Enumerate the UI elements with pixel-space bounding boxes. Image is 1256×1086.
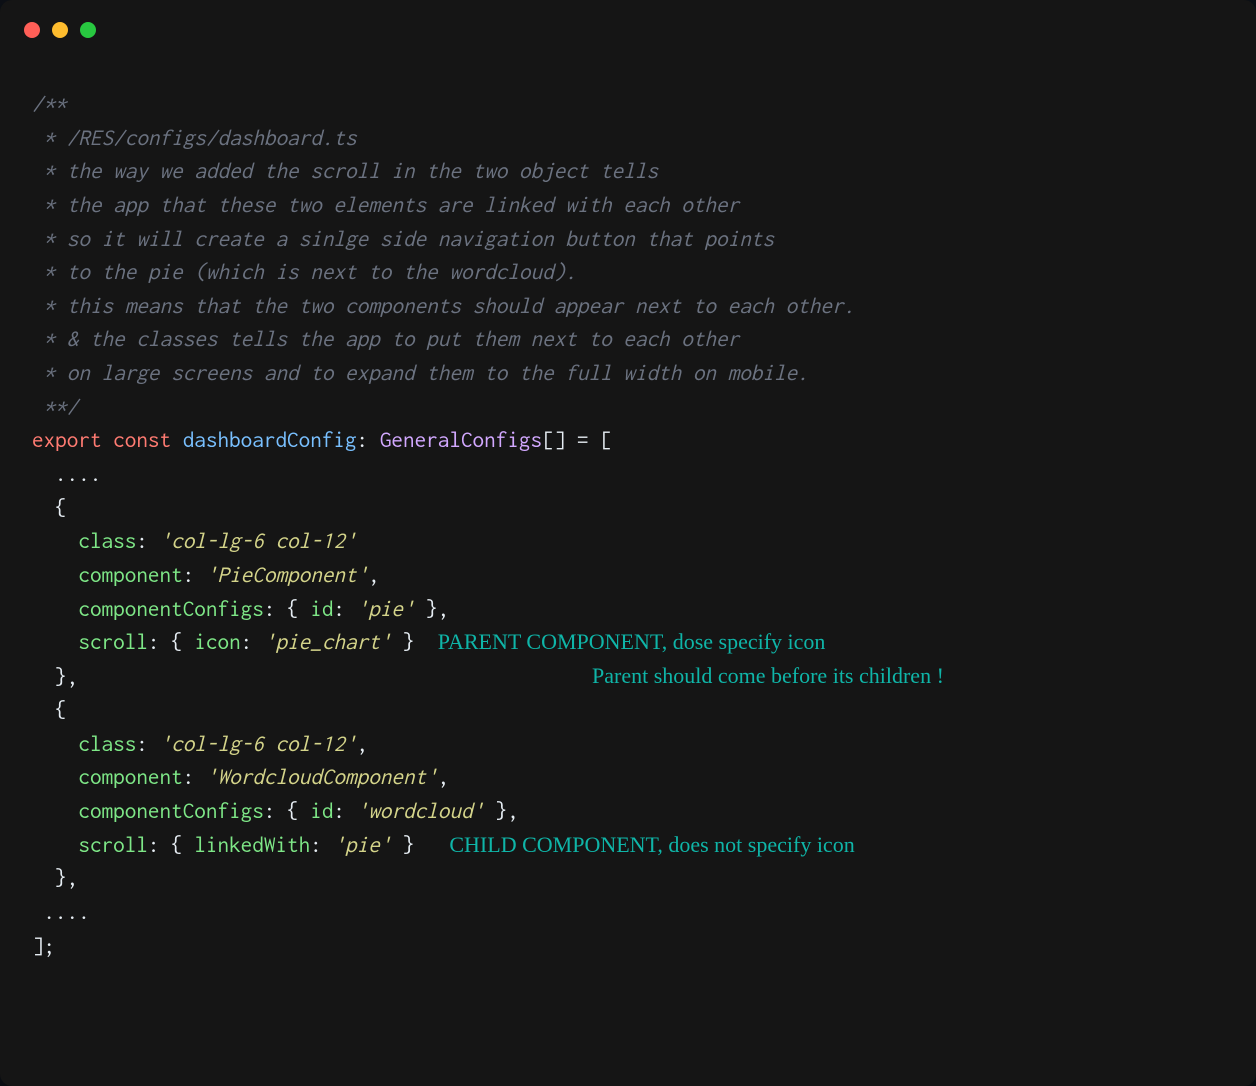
prop-class: class <box>78 732 136 756</box>
brace-close: }, <box>32 866 78 890</box>
prop-id: id <box>310 799 333 823</box>
comment-line: * the app that these two elements are li… <box>32 193 739 217</box>
maximize-icon[interactable] <box>80 22 96 38</box>
prop-component: component <box>78 765 182 789</box>
prop-scroll: scroll <box>78 833 148 857</box>
code-editor-window: /** * /RES/configs/dashboard.ts * the wa… <box>0 0 1256 1086</box>
equals-open: = [ <box>565 428 611 452</box>
string-value: 'col-lg-6 col-12' <box>160 529 357 553</box>
comment-line: **/ <box>32 395 78 419</box>
brace-close: }, <box>32 665 78 689</box>
comment-line: * /RES/configs/dashboard.ts <box>32 126 357 150</box>
keyword-export: export <box>32 428 102 452</box>
ellipsis: .... <box>32 462 102 486</box>
window-titlebar <box>0 0 1256 48</box>
prop-componentconfigs: componentConfigs <box>78 799 264 823</box>
prop-scroll: scroll <box>78 630 148 654</box>
string-value: 'WordcloudComponent' <box>206 765 438 789</box>
prop-icon: icon <box>194 630 240 654</box>
type-name: GeneralConfigs <box>380 428 542 452</box>
prop-linkedwith: linkedWith <box>194 833 310 857</box>
prop-id: id <box>310 597 333 621</box>
declaration-line: export const dashboardConfig: GeneralCon… <box>32 424 1224 458</box>
prop-component: component <box>78 563 182 587</box>
comment-line: * the way we added the scroll in the two… <box>32 159 658 183</box>
code-block: /** * /RES/configs/dashboard.ts * the wa… <box>0 48 1256 983</box>
prop-class: class <box>78 529 136 553</box>
comment-line: * so it will create a sinlge side naviga… <box>32 227 774 251</box>
array-close: ]; <box>32 934 55 958</box>
brace-open: { <box>32 496 67 520</box>
string-value: 'pie_chart' <box>264 630 392 654</box>
string-value: 'pie' <box>333 833 391 857</box>
comment-line: * & the classes tells the app to put the… <box>32 327 739 351</box>
string-value: 'PieComponent' <box>206 563 368 587</box>
annotation-child: CHILD COMPONENT, does not specify icon <box>449 829 854 861</box>
type-brackets: [] <box>542 428 565 452</box>
brace-open: { <box>32 698 67 722</box>
var-name: dashboardConfig <box>183 428 357 452</box>
string-value: 'col-lg-6 col-12' <box>160 732 357 756</box>
comment-line: * on large screens and to expand them to… <box>32 361 809 385</box>
string-value: 'pie' <box>357 597 415 621</box>
ellipsis: .... <box>32 900 90 924</box>
comment-line: * this means that the two components sho… <box>32 294 855 318</box>
string-value: 'wordcloud' <box>357 799 485 823</box>
annotation-parent-1: PARENT COMPONENT, dose specify icon <box>438 626 826 658</box>
minimize-icon[interactable] <box>52 22 68 38</box>
prop-componentconfigs: componentConfigs <box>78 597 264 621</box>
comment-line: * to the pie (which is next to the wordc… <box>32 260 577 284</box>
close-icon[interactable] <box>24 22 40 38</box>
comment-line: /** <box>32 92 67 116</box>
keyword-const: const <box>113 428 171 452</box>
